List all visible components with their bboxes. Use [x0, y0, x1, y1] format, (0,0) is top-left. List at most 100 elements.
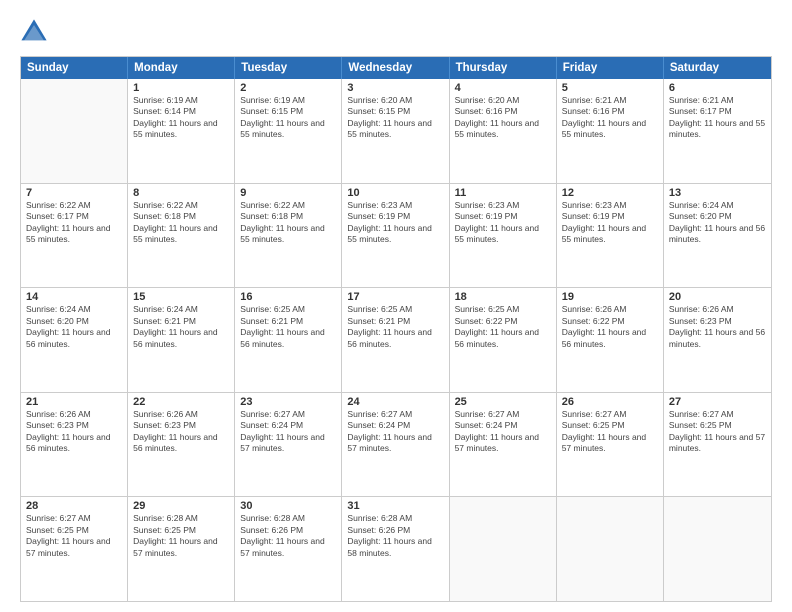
cell-date-number: 10	[347, 187, 443, 199]
cell-info: Sunrise: 6:19 AMSunset: 6:14 PMDaylight:…	[133, 95, 229, 141]
cell-date-number: 18	[455, 291, 551, 303]
calendar-row: 7Sunrise: 6:22 AMSunset: 6:17 PMDaylight…	[21, 184, 771, 289]
calendar-cell: 26Sunrise: 6:27 AMSunset: 6:25 PMDayligh…	[557, 393, 664, 497]
header-day: Monday	[128, 57, 235, 79]
calendar-header: SundayMondayTuesdayWednesdayThursdayFrid…	[21, 57, 771, 79]
cell-info: Sunrise: 6:25 AMSunset: 6:22 PMDaylight:…	[455, 304, 551, 350]
header-day: Sunday	[21, 57, 128, 79]
calendar-cell: 19Sunrise: 6:26 AMSunset: 6:22 PMDayligh…	[557, 288, 664, 392]
cell-info: Sunrise: 6:26 AMSunset: 6:23 PMDaylight:…	[669, 304, 766, 350]
cell-date-number: 28	[26, 500, 122, 512]
header-day: Thursday	[450, 57, 557, 79]
calendar-cell: 8Sunrise: 6:22 AMSunset: 6:18 PMDaylight…	[128, 184, 235, 288]
cell-info: Sunrise: 6:22 AMSunset: 6:17 PMDaylight:…	[26, 200, 122, 246]
cell-date-number: 17	[347, 291, 443, 303]
cell-info: Sunrise: 6:22 AMSunset: 6:18 PMDaylight:…	[240, 200, 336, 246]
header-day: Wednesday	[342, 57, 449, 79]
cell-date-number: 1	[133, 82, 229, 94]
calendar-row: 21Sunrise: 6:26 AMSunset: 6:23 PMDayligh…	[21, 393, 771, 498]
cell-info: Sunrise: 6:20 AMSunset: 6:16 PMDaylight:…	[455, 95, 551, 141]
cell-info: Sunrise: 6:27 AMSunset: 6:25 PMDaylight:…	[669, 409, 766, 455]
calendar-cell: 22Sunrise: 6:26 AMSunset: 6:23 PMDayligh…	[128, 393, 235, 497]
calendar-row: 28Sunrise: 6:27 AMSunset: 6:25 PMDayligh…	[21, 497, 771, 601]
cell-info: Sunrise: 6:27 AMSunset: 6:25 PMDaylight:…	[562, 409, 658, 455]
calendar-cell: 12Sunrise: 6:23 AMSunset: 6:19 PMDayligh…	[557, 184, 664, 288]
header	[20, 18, 772, 46]
calendar-cell: 23Sunrise: 6:27 AMSunset: 6:24 PMDayligh…	[235, 393, 342, 497]
calendar-cell: 3Sunrise: 6:20 AMSunset: 6:15 PMDaylight…	[342, 79, 449, 183]
cell-date-number: 9	[240, 187, 336, 199]
calendar-cell: 28Sunrise: 6:27 AMSunset: 6:25 PMDayligh…	[21, 497, 128, 601]
cell-info: Sunrise: 6:25 AMSunset: 6:21 PMDaylight:…	[240, 304, 336, 350]
cell-date-number: 25	[455, 396, 551, 408]
cell-date-number: 29	[133, 500, 229, 512]
cell-date-number: 27	[669, 396, 766, 408]
calendar-cell: 29Sunrise: 6:28 AMSunset: 6:25 PMDayligh…	[128, 497, 235, 601]
logo-icon	[20, 18, 48, 46]
cell-date-number: 7	[26, 187, 122, 199]
calendar-cell: 30Sunrise: 6:28 AMSunset: 6:26 PMDayligh…	[235, 497, 342, 601]
header-day: Saturday	[664, 57, 771, 79]
cell-date-number: 12	[562, 187, 658, 199]
calendar: SundayMondayTuesdayWednesdayThursdayFrid…	[20, 56, 772, 602]
header-day: Tuesday	[235, 57, 342, 79]
calendar-cell: 14Sunrise: 6:24 AMSunset: 6:20 PMDayligh…	[21, 288, 128, 392]
calendar-cell: 11Sunrise: 6:23 AMSunset: 6:19 PMDayligh…	[450, 184, 557, 288]
cell-info: Sunrise: 6:27 AMSunset: 6:24 PMDaylight:…	[347, 409, 443, 455]
page: SundayMondayTuesdayWednesdayThursdayFrid…	[0, 0, 792, 612]
cell-info: Sunrise: 6:26 AMSunset: 6:23 PMDaylight:…	[133, 409, 229, 455]
calendar-body: 1Sunrise: 6:19 AMSunset: 6:14 PMDaylight…	[21, 79, 771, 601]
cell-date-number: 23	[240, 396, 336, 408]
calendar-cell: 27Sunrise: 6:27 AMSunset: 6:25 PMDayligh…	[664, 393, 771, 497]
cell-date-number: 20	[669, 291, 766, 303]
calendar-cell: 15Sunrise: 6:24 AMSunset: 6:21 PMDayligh…	[128, 288, 235, 392]
calendar-cell: 24Sunrise: 6:27 AMSunset: 6:24 PMDayligh…	[342, 393, 449, 497]
calendar-cell: 5Sunrise: 6:21 AMSunset: 6:16 PMDaylight…	[557, 79, 664, 183]
cell-info: Sunrise: 6:19 AMSunset: 6:15 PMDaylight:…	[240, 95, 336, 141]
cell-info: Sunrise: 6:27 AMSunset: 6:24 PMDaylight:…	[455, 409, 551, 455]
calendar-cell	[21, 79, 128, 183]
cell-date-number: 3	[347, 82, 443, 94]
cell-date-number: 14	[26, 291, 122, 303]
calendar-cell: 31Sunrise: 6:28 AMSunset: 6:26 PMDayligh…	[342, 497, 449, 601]
cell-info: Sunrise: 6:26 AMSunset: 6:23 PMDaylight:…	[26, 409, 122, 455]
cell-info: Sunrise: 6:22 AMSunset: 6:18 PMDaylight:…	[133, 200, 229, 246]
calendar-cell: 9Sunrise: 6:22 AMSunset: 6:18 PMDaylight…	[235, 184, 342, 288]
calendar-cell	[450, 497, 557, 601]
cell-info: Sunrise: 6:24 AMSunset: 6:20 PMDaylight:…	[669, 200, 766, 246]
calendar-cell: 2Sunrise: 6:19 AMSunset: 6:15 PMDaylight…	[235, 79, 342, 183]
cell-info: Sunrise: 6:21 AMSunset: 6:17 PMDaylight:…	[669, 95, 766, 141]
calendar-cell: 18Sunrise: 6:25 AMSunset: 6:22 PMDayligh…	[450, 288, 557, 392]
cell-date-number: 26	[562, 396, 658, 408]
cell-info: Sunrise: 6:24 AMSunset: 6:21 PMDaylight:…	[133, 304, 229, 350]
cell-info: Sunrise: 6:28 AMSunset: 6:25 PMDaylight:…	[133, 513, 229, 559]
calendar-cell: 16Sunrise: 6:25 AMSunset: 6:21 PMDayligh…	[235, 288, 342, 392]
cell-date-number: 13	[669, 187, 766, 199]
calendar-cell: 21Sunrise: 6:26 AMSunset: 6:23 PMDayligh…	[21, 393, 128, 497]
calendar-cell: 25Sunrise: 6:27 AMSunset: 6:24 PMDayligh…	[450, 393, 557, 497]
cell-date-number: 5	[562, 82, 658, 94]
cell-info: Sunrise: 6:21 AMSunset: 6:16 PMDaylight:…	[562, 95, 658, 141]
cell-date-number: 6	[669, 82, 766, 94]
cell-info: Sunrise: 6:28 AMSunset: 6:26 PMDaylight:…	[240, 513, 336, 559]
cell-date-number: 22	[133, 396, 229, 408]
cell-date-number: 24	[347, 396, 443, 408]
cell-info: Sunrise: 6:27 AMSunset: 6:25 PMDaylight:…	[26, 513, 122, 559]
cell-date-number: 4	[455, 82, 551, 94]
calendar-cell: 10Sunrise: 6:23 AMSunset: 6:19 PMDayligh…	[342, 184, 449, 288]
cell-date-number: 8	[133, 187, 229, 199]
cell-info: Sunrise: 6:27 AMSunset: 6:24 PMDaylight:…	[240, 409, 336, 455]
calendar-cell: 20Sunrise: 6:26 AMSunset: 6:23 PMDayligh…	[664, 288, 771, 392]
cell-date-number: 31	[347, 500, 443, 512]
calendar-cell	[664, 497, 771, 601]
cell-info: Sunrise: 6:20 AMSunset: 6:15 PMDaylight:…	[347, 95, 443, 141]
cell-info: Sunrise: 6:23 AMSunset: 6:19 PMDaylight:…	[455, 200, 551, 246]
cell-date-number: 2	[240, 82, 336, 94]
calendar-cell: 13Sunrise: 6:24 AMSunset: 6:20 PMDayligh…	[664, 184, 771, 288]
calendar-cell: 17Sunrise: 6:25 AMSunset: 6:21 PMDayligh…	[342, 288, 449, 392]
cell-info: Sunrise: 6:25 AMSunset: 6:21 PMDaylight:…	[347, 304, 443, 350]
cell-date-number: 11	[455, 187, 551, 199]
cell-date-number: 19	[562, 291, 658, 303]
calendar-cell: 6Sunrise: 6:21 AMSunset: 6:17 PMDaylight…	[664, 79, 771, 183]
calendar-cell	[557, 497, 664, 601]
